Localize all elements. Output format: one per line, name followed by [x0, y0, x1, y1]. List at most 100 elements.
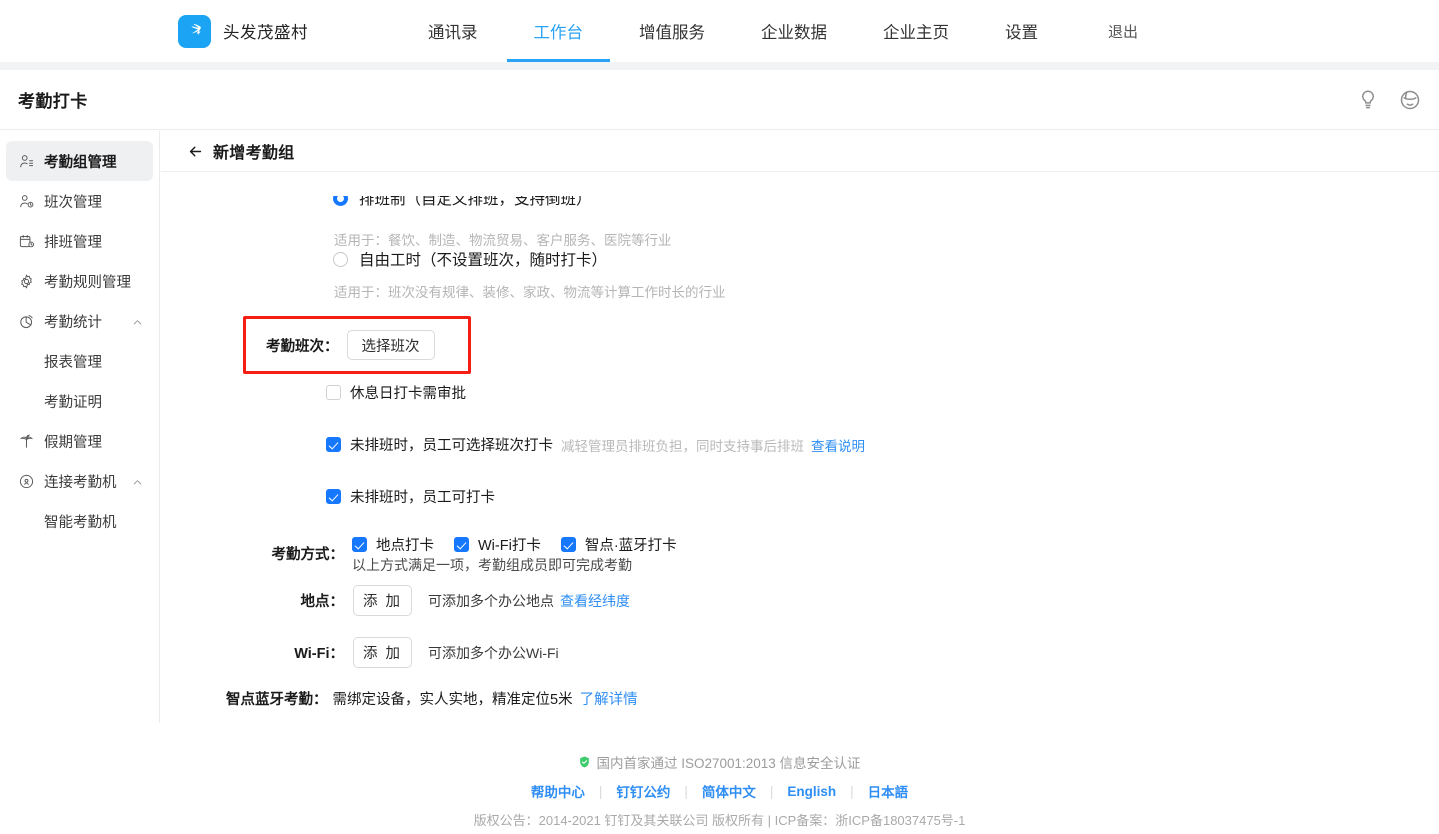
shift-selector-label: 考勤班次：: [266, 335, 339, 356]
main-content: 新增考勤组 排班制（自定义排班，支持倒班） 适用于：餐饮、制造、物流贸易、客户服…: [161, 131, 1439, 731]
sidebar-item-label: 班次管理: [44, 191, 102, 212]
chevron-up-icon[interactable]: [132, 476, 143, 487]
sidebar-item-attendance-rules[interactable]: 考勤规则管理: [6, 261, 153, 301]
footer-link-simplified-chinese[interactable]: 简体中文: [688, 781, 770, 801]
sidebar-item-label: 考勤组管理: [44, 151, 117, 172]
footer-link-dingtalk-convention[interactable]: 钉钉公约: [602, 781, 684, 801]
option-free-working-hours[interactable]: 自由工时（不设置班次，随时打卡）: [333, 248, 607, 270]
dingtalk-logo-icon: [178, 15, 211, 48]
checkbox-row-employee-can-clock-in[interactable]: 未排班时，员工可打卡: [326, 486, 495, 507]
brand[interactable]: 头发茂盛村: [178, 15, 308, 48]
footer-link-help-center[interactable]: 帮助中心: [517, 781, 599, 801]
select-shift-button[interactable]: 选择班次: [347, 330, 435, 360]
sidebar-subitem-smart-device[interactable]: 智能考勤机: [6, 501, 153, 541]
learn-more-link[interactable]: 了解详情: [580, 688, 638, 709]
page-title: 考勤打卡: [18, 87, 88, 112]
footer-link-english[interactable]: English: [773, 784, 850, 799]
sidebar-item-label: 考勤统计: [44, 311, 102, 332]
option-free-working-hours-desc: 适用于：班次没有规律、装修、家政、物流等计算工作时长的行业: [334, 281, 726, 301]
change-overtime-rule-link[interactable]: 更改: [405, 729, 434, 731]
attendance-method-note: 以上方式满足一项，考勤组成员即可完成考勤: [352, 555, 677, 575]
overtime-rule-row: 加班规则： 默认加班规则 更改: [241, 729, 434, 731]
sidebar-item-label: 连接考勤机: [44, 471, 117, 492]
wifi-label: Wi-Fi：: [256, 642, 344, 663]
bluetooth-attendance-hint: 需绑定设备，实人实地，精准定位5米: [333, 688, 573, 709]
tab-workbench[interactable]: 工作台: [534, 0, 584, 62]
attendance-method-row: 考勤方式： 地点打卡 Wi-Fi打卡 智点·蓝牙打卡 以上方式满足一项，考勤组成…: [256, 534, 677, 575]
wifi-row: Wi-Fi： 添 加 可添加多个办公Wi-Fi: [256, 637, 559, 668]
arrow-left-icon[interactable]: [187, 143, 204, 160]
certification-text: 国内首家通过 ISO27001:2013 信息安全认证: [596, 752, 860, 772]
location-hint: 可添加多个办公地点: [428, 591, 554, 611]
bluetooth-attendance-row: 智点蓝牙考勤： 需绑定设备，实人实地，精准定位5米 了解详情: [226, 688, 638, 709]
breadcrumb-title: 新增考勤组: [213, 139, 295, 163]
sidebar-item-label: 排班管理: [44, 231, 102, 252]
vacation-icon: [18, 433, 35, 450]
option-scheduled-shift[interactable]: 排班制（自定义排班，支持倒班）: [333, 196, 1033, 216]
sidebar-item-label: 假期管理: [44, 431, 102, 452]
checkbox-row-employee-choose-shift[interactable]: 未排班时，员工可选择班次打卡 减轻管理员排班负担，同时支持事后排班 查看说明: [326, 434, 865, 455]
wifi-hint: 可添加多个办公Wi-Fi: [428, 643, 559, 663]
tab-contacts[interactable]: 通讯录: [428, 0, 478, 62]
attendance-group-icon: [18, 153, 35, 170]
footer-link-japanese[interactable]: 日本語: [854, 781, 923, 801]
footer-links: 帮助中心 | 钉钉公约 | 简体中文 | English | 日本語: [0, 781, 1439, 801]
sidebar-item-shift-management[interactable]: 班次管理: [6, 181, 153, 221]
shield-check-icon: [578, 755, 591, 769]
option-scheduled-shift-desc: 适用于：餐饮、制造、物流贸易、客户服务、医院等行业: [334, 229, 672, 249]
shift-selector-highlight: 考勤班次： 选择班次: [243, 316, 471, 374]
employee-choose-shift-hint: 减轻管理员排班负担，同时支持事后排班: [561, 435, 804, 455]
logout-button[interactable]: 退出: [1108, 0, 1138, 62]
page-header-actions: [1356, 88, 1422, 112]
view-coordinates-link[interactable]: 查看经纬度: [560, 591, 630, 611]
checkbox-rest-day-approval[interactable]: [326, 385, 341, 400]
attendance-group-form: 排班制（自定义排班，支持倒班） 适用于：餐饮、制造、物流贸易、客户服务、医院等行…: [161, 172, 1439, 731]
tab-settings[interactable]: 设置: [1005, 0, 1038, 62]
sidebar-item-attendance-statistics[interactable]: 考勤统计: [6, 301, 153, 341]
chevron-up-icon[interactable]: [132, 316, 143, 327]
top-navigation-bar: 头发茂盛村 通讯录 工作台 增值服务 企业数据 企业主页 设置 退出: [0, 0, 1439, 62]
gear-icon: [18, 273, 35, 290]
location-label: 地点：: [256, 590, 344, 611]
tab-enterprise-homepage[interactable]: 企业主页: [883, 0, 949, 62]
sidebar-item-connect-device[interactable]: 连接考勤机: [6, 461, 153, 501]
checkbox-location-clockin[interactable]: [352, 537, 367, 552]
page-footer: 国内首家通过 ISO27001:2013 信息安全认证 帮助中心 | 钉钉公约 …: [0, 752, 1439, 834]
sidebar-subitem-report-management[interactable]: 报表管理: [6, 341, 153, 381]
certification-line: 国内首家通过 ISO27001:2013 信息安全认证: [0, 752, 1439, 772]
sidebar-item-label: 考勤规则管理: [44, 271, 131, 292]
tab-value-added-services[interactable]: 增值服务: [639, 0, 705, 62]
sidebar-item-vacation-management[interactable]: 假期管理: [6, 421, 153, 461]
checkbox-employee-can-clock-in[interactable]: [326, 489, 341, 504]
nav-divider: [0, 62, 1439, 70]
bluetooth-attendance-label: 智点蓝牙考勤：: [226, 688, 328, 709]
checkbox-bluetooth-clockin[interactable]: [561, 537, 576, 552]
tab-enterprise-data[interactable]: 企业数据: [761, 0, 827, 62]
add-location-button[interactable]: 添 加: [353, 585, 412, 616]
view-instructions-link[interactable]: 查看说明: [811, 435, 865, 455]
location-row: 地点： 添 加 可添加多个办公地点 查看经纬度: [256, 585, 630, 616]
shift-icon: [18, 193, 35, 210]
sidebar-item-schedule-management[interactable]: 排班管理: [6, 221, 153, 261]
pie-chart-icon: [18, 313, 35, 330]
schedule-icon: [18, 233, 35, 250]
page-header: 考勤打卡: [0, 70, 1439, 130]
sidebar: 考勤组管理 班次管理 排班管: [0, 131, 160, 723]
checkbox-wifi-clockin[interactable]: [454, 537, 469, 552]
sidebar-item-attendance-group[interactable]: 考勤组管理: [6, 141, 153, 181]
add-wifi-button[interactable]: 添 加: [353, 637, 412, 668]
checkbox-employee-choose-shift[interactable]: [326, 437, 341, 452]
nav-tabs: 通讯录 工作台 增值服务 企业数据 企业主页 设置 退出: [428, 0, 1138, 62]
breadcrumb: 新增考勤组: [161, 131, 1439, 172]
radio-scheduled-shift[interactable]: [333, 196, 348, 206]
lightbulb-icon[interactable]: [1356, 88, 1380, 112]
checkbox-row-rest-day-approval[interactable]: 休息日打卡需审批: [326, 382, 466, 403]
sidebar-subitem-attendance-certificate[interactable]: 考勤证明: [6, 381, 153, 421]
overtime-rule-label: 加班规则：: [241, 729, 314, 731]
brand-name: 头发茂盛村: [223, 19, 308, 43]
headset-support-icon[interactable]: [1398, 88, 1422, 112]
footer-copyright: 版权公告：2014-2021 钉钉及其关联公司 版权所有 | ICP备案：浙IC…: [0, 810, 1439, 829]
radio-free-working-hours[interactable]: [333, 252, 348, 267]
attendance-method-label: 考勤方式：: [256, 534, 344, 564]
device-icon: [18, 473, 35, 490]
